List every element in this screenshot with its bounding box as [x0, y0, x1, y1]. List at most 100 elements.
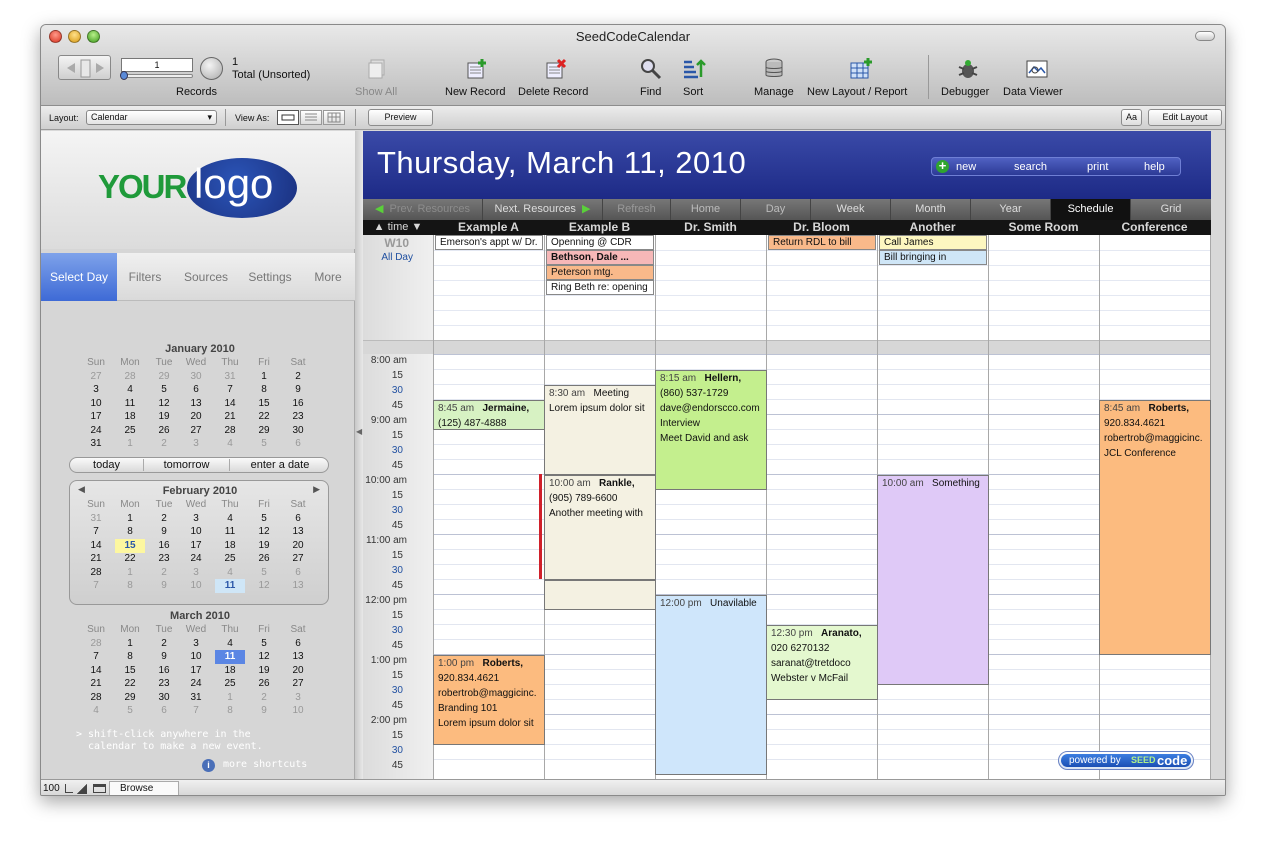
day-cell[interactable]: 18: [215, 540, 245, 551]
day-cell[interactable]: 31: [81, 513, 111, 524]
day-cell[interactable]: 2: [149, 638, 179, 649]
day-cell[interactable]: 16: [283, 398, 313, 409]
tab-schedule[interactable]: Schedule: [1051, 199, 1131, 220]
day-cell[interactable]: 6: [283, 513, 313, 524]
day-cell[interactable]: 10: [181, 651, 211, 662]
day-cell[interactable]: 16: [149, 665, 179, 676]
day-cell[interactable]: 4: [215, 638, 245, 649]
day-cell[interactable]: 13: [283, 580, 313, 591]
day-cell[interactable]: 13: [283, 526, 313, 537]
day-cell[interactable]: 12: [249, 651, 279, 662]
day-cell[interactable]: 2: [249, 692, 279, 703]
sort-icon[interactable]: [682, 57, 706, 81]
calendar-event[interactable]: [544, 580, 656, 610]
day-cell[interactable]: 27: [283, 553, 313, 564]
day-cell[interactable]: 1: [249, 371, 279, 382]
day-cell[interactable]: 5: [249, 567, 279, 578]
print-button[interactable]: print: [1087, 161, 1108, 173]
info-icon[interactable]: i: [202, 759, 215, 772]
day-cell[interactable]: 17: [81, 411, 111, 422]
day-cell[interactable]: 24: [181, 678, 211, 689]
day-cell[interactable]: 4: [115, 384, 145, 395]
day-cell[interactable]: 1: [115, 438, 145, 449]
day-cell[interactable]: 23: [149, 678, 179, 689]
day-cell[interactable]: 11: [215, 579, 245, 593]
toggle-status-icon[interactable]: [93, 784, 106, 793]
day-cell[interactable]: 3: [181, 638, 211, 649]
allday-label[interactable]: All Day: [363, 252, 413, 263]
day-cell[interactable]: 9: [149, 651, 179, 662]
day-cell[interactable]: 10: [181, 580, 211, 591]
day-cell[interactable]: 11: [115, 398, 145, 409]
day-cell[interactable]: 7: [81, 526, 111, 537]
new-record-icon[interactable]: [465, 57, 489, 81]
day-cell[interactable]: 1: [115, 567, 145, 578]
day-cell[interactable]: 25: [115, 425, 145, 436]
day-cell[interactable]: 9: [149, 526, 179, 537]
allday-event[interactable]: Openning @ CDR: [546, 235, 654, 250]
toolbar-toggle[interactable]: [1195, 31, 1215, 41]
sort-button[interactable]: Sort: [683, 86, 703, 98]
calendar-event[interactable]: 1:00 pm Roberts, 920.834.4621 robertrob@ma…: [433, 655, 545, 745]
tab-settings[interactable]: Settings: [239, 253, 301, 301]
day-cell[interactable]: 3: [283, 692, 313, 703]
allday-event[interactable]: Emerson's appt w/ Dr.: [435, 235, 543, 250]
find-button[interactable]: Find: [640, 86, 661, 98]
resource-header-cell[interactable]: Dr. Smith: [655, 220, 766, 235]
show-all-icon[interactable]: [366, 57, 390, 81]
day-cell[interactable]: 2: [149, 567, 179, 578]
delete-record-icon[interactable]: [544, 57, 568, 81]
book-icon[interactable]: [58, 55, 111, 80]
search-button[interactable]: search: [1014, 161, 1047, 173]
day-cell[interactable]: 15: [249, 398, 279, 409]
new-layout-button[interactable]: New Layout / Report: [807, 86, 907, 98]
allday-event[interactable]: Call James: [879, 235, 987, 250]
day-cell[interactable]: 5: [115, 705, 145, 716]
calendar-event[interactable]: 10:00 am Rankle, (905) 789-6600 Another me…: [544, 475, 656, 580]
allday-event[interactable]: Ring Beth re: opening: [546, 280, 654, 295]
day-cell[interactable]: 30: [181, 371, 211, 382]
powered-by-badge[interactable]: powered by SEED code: [1058, 751, 1194, 770]
day-cell[interactable]: 6: [283, 567, 313, 578]
help-button[interactable]: help: [1144, 161, 1165, 173]
day-cell[interactable]: 29: [249, 425, 279, 436]
enter-date-button[interactable]: enter a date: [230, 459, 330, 471]
day-cell[interactable]: 2: [149, 438, 179, 449]
day-cell[interactable]: 3: [181, 513, 211, 524]
day-cell[interactable]: 21: [81, 678, 111, 689]
refresh-button[interactable]: Refresh: [603, 199, 671, 220]
day-cell[interactable]: 21: [81, 553, 111, 564]
day-cell[interactable]: 19: [249, 665, 279, 676]
day-cell[interactable]: 7: [81, 580, 111, 591]
day-cell[interactable]: 13: [181, 398, 211, 409]
allday-event[interactable]: Return RDL to bill: [768, 235, 876, 250]
day-cell[interactable]: 26: [149, 425, 179, 436]
day-cell[interactable]: 2: [149, 513, 179, 524]
record-number-input[interactable]: 1: [121, 58, 193, 72]
manage-button[interactable]: Manage: [754, 86, 794, 98]
day-cell[interactable]: 27: [283, 678, 313, 689]
day-cell[interactable]: 7: [81, 651, 111, 662]
day-cell[interactable]: 1: [215, 692, 245, 703]
day-cell[interactable]: 24: [181, 553, 211, 564]
day-cell[interactable]: 31: [215, 371, 245, 382]
day-cell[interactable]: 14: [81, 540, 111, 551]
new-record-button[interactable]: New Record: [445, 86, 506, 98]
day-cell[interactable]: 6: [181, 384, 211, 395]
day-cell[interactable]: 17: [181, 665, 211, 676]
day-cell[interactable]: 30: [283, 425, 313, 436]
day-cell[interactable]: 14: [81, 665, 111, 676]
view-list-button[interactable]: [300, 110, 322, 125]
day-cell[interactable]: 25: [215, 678, 245, 689]
new-button[interactable]: new: [956, 161, 976, 173]
slider-handle[interactable]: [120, 71, 128, 80]
day-cell[interactable]: 21: [215, 411, 245, 422]
prev-resources-button[interactable]: ◀ Prev. Resources: [363, 199, 483, 220]
resource-header-cell[interactable]: Conference: [1099, 220, 1210, 235]
day-cell[interactable]: 19: [249, 540, 279, 551]
day-cell[interactable]: 9: [283, 384, 313, 395]
database-icon[interactable]: [763, 57, 787, 81]
tomorrow-button[interactable]: tomorrow: [144, 459, 230, 471]
resource-header-cell[interactable]: Dr. Bloom: [766, 220, 877, 235]
text-format-button[interactable]: Aa: [1121, 109, 1142, 126]
